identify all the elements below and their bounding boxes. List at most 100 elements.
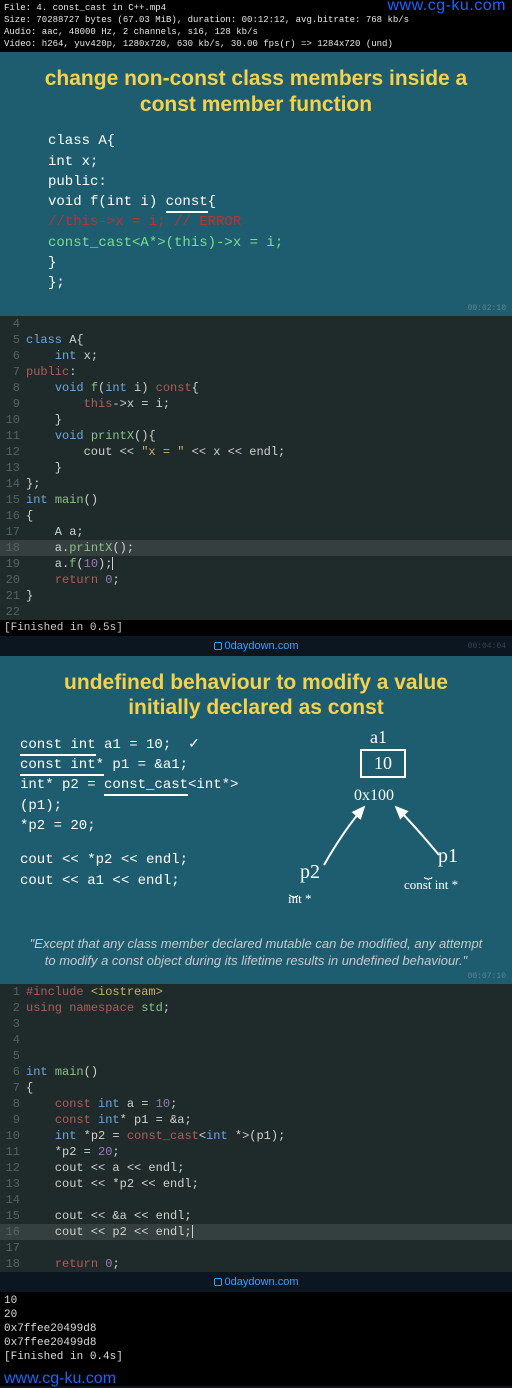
code-line[interactable]: 8 void f(int i) const{ [0, 380, 512, 396]
code-line[interactable]: 11 void printX(){ [0, 428, 512, 444]
line-number: 10 [0, 412, 26, 428]
code-line[interactable]: 4 [0, 316, 512, 332]
code-text: int main() [26, 492, 512, 508]
code-line[interactable]: 14 [0, 1192, 512, 1208]
code-text: cout << p2 << endl; [26, 1224, 512, 1240]
code-editor-1[interactable]: 4 5class A{6 int x;7public:8 void f(int … [0, 316, 512, 620]
line-number: 11 [0, 1144, 26, 1160]
check-icon: ✓ [188, 737, 200, 752]
code-text: } [26, 460, 512, 476]
code-line[interactable]: 13 } [0, 460, 512, 476]
code-line[interactable]: 20 return 0; [0, 572, 512, 588]
code-text: { [26, 1080, 512, 1096]
code-line[interactable]: 11 *p2 = 20; [0, 1144, 512, 1160]
code-text: class A{ [26, 332, 512, 348]
code-line[interactable]: 9 const int* p1 = &a; [0, 1112, 512, 1128]
code-line[interactable]: 15 cout << &a << endl; [0, 1208, 512, 1224]
code-text: void f(int i) const{ [26, 380, 512, 396]
code-line[interactable]: 5 [0, 1048, 512, 1064]
slide-title: undefined behaviour to modify a value in… [14, 670, 498, 721]
code-text: using namespace std; [26, 1000, 512, 1016]
code-text: this->x = i; [26, 396, 512, 412]
slide-code: class A{ int x; public: void f(int i) co… [14, 131, 498, 293]
code-line[interactable]: 3 [0, 1016, 512, 1032]
line-number: 1 [0, 984, 26, 1000]
line-number: 15 [0, 1208, 26, 1224]
code-line[interactable]: 7public: [0, 364, 512, 380]
code-text [26, 316, 512, 332]
memory-diagram: a1 10 0x100 p2 p1 ⏟ int * ⏟ const [284, 735, 498, 905]
code-line[interactable]: 18 a.printX(); [0, 540, 512, 556]
line-number: 3 [0, 1016, 26, 1032]
code-line[interactable]: 4 [0, 1032, 512, 1048]
line-number: 7 [0, 364, 26, 380]
code-line[interactable]: 18 return 0; [0, 1256, 512, 1272]
code-line[interactable]: 6int main() [0, 1064, 512, 1080]
term-line: 0x7ffee20499d8 [4, 1336, 508, 1350]
code-text: return 0; [26, 572, 512, 588]
line-number: 5 [0, 1048, 26, 1064]
standard-quote: "Except that any class member declared m… [14, 935, 498, 970]
code-text: cout << &a << endl; [26, 1208, 512, 1224]
const-keyword-underlined: const [166, 194, 208, 213]
line-number: 6 [0, 348, 26, 364]
code-text: #include <iostream> [26, 984, 512, 1000]
line-number: 7 [0, 1080, 26, 1096]
line-number: 18 [0, 540, 26, 556]
line-number: 17 [0, 524, 26, 540]
code-line[interactable]: 16 cout << p2 << endl; [0, 1224, 512, 1240]
const-cast-expression: const_cast<A*>(this)->x = i; [48, 235, 283, 251]
code-text: cout << *p2 << endl; [26, 1176, 512, 1192]
code-line[interactable]: 8 const int a = 10; [0, 1096, 512, 1112]
code-line[interactable]: 6 int x; [0, 348, 512, 364]
code-text: a.printX(); [26, 540, 512, 556]
code-line[interactable]: 16{ [0, 508, 512, 524]
timestamp: 00:04:04 [468, 642, 506, 651]
code-line[interactable]: 19 a.f(10); [0, 556, 512, 572]
code-text: return 0; [26, 1256, 512, 1272]
line-number: 2 [0, 1000, 26, 1016]
code-text: } [26, 412, 512, 428]
code-line[interactable]: 17 A a; [0, 524, 512, 540]
line-number: 5 [0, 332, 26, 348]
build-status: [Finished in 0.5s] [0, 620, 512, 636]
term-line: 10 [4, 1294, 508, 1308]
code-line[interactable]: 12 cout << "x = " << x << endl; [0, 444, 512, 460]
media-file-info: File: 4. const_cast in C++.mp4 Size: 702… [0, 0, 512, 52]
line-number: 19 [0, 556, 26, 572]
lock-icon [214, 642, 222, 650]
code-text [26, 604, 512, 620]
file-line: Audio: aac, 48000 Hz, 2 channels, s16, 1… [4, 26, 508, 38]
code-editor-2[interactable]: 1#include <iostream>2using namespace std… [0, 984, 512, 1272]
slide-const-member-function: change non-const class members inside a … [0, 52, 512, 316]
watermark-top: www.cg-ku.com [387, 0, 506, 12]
line-number: 13 [0, 1176, 26, 1192]
code-line[interactable]: 1#include <iostream> [0, 984, 512, 1000]
code-line[interactable]: 5class A{ [0, 332, 512, 348]
line-number: 20 [0, 572, 26, 588]
code-line[interactable]: 15int main() [0, 492, 512, 508]
code-text [26, 1192, 512, 1208]
terminal-output: 10 20 0x7ffee20499d8 0x7ffee20499d8 [Fin… [0, 1292, 512, 1386]
file-line: Video: h264, yuv420p, 1280x720, 630 kb/s… [4, 38, 508, 50]
line-number: 4 [0, 1032, 26, 1048]
line-number: 8 [0, 380, 26, 396]
code-line[interactable]: 10 } [0, 412, 512, 428]
code-line[interactable]: 9 this->x = i; [0, 396, 512, 412]
code-text: int *p2 = const_cast<int *>(p1); [26, 1128, 512, 1144]
code-line[interactable]: 14}; [0, 476, 512, 492]
code-line[interactable]: 21} [0, 588, 512, 604]
const-int-decl: const int [20, 737, 96, 756]
term-line: 0x7ffee20499d8 [4, 1322, 508, 1336]
code-line[interactable]: 7{ [0, 1080, 512, 1096]
code-text: cout << a << endl; [26, 1160, 512, 1176]
code-text: a.f(10); [26, 556, 512, 572]
code-line[interactable]: 10 int *p2 = const_cast<int *>(p1); [0, 1128, 512, 1144]
code-line[interactable]: 17 [0, 1240, 512, 1256]
code-text [26, 1048, 512, 1064]
code-line[interactable]: 12 cout << a << endl; [0, 1160, 512, 1176]
code-line[interactable]: 22 [0, 604, 512, 620]
code-line[interactable]: 13 cout << *p2 << endl; [0, 1176, 512, 1192]
code-line[interactable]: 2using namespace std; [0, 1000, 512, 1016]
code-text: }; [26, 476, 512, 492]
